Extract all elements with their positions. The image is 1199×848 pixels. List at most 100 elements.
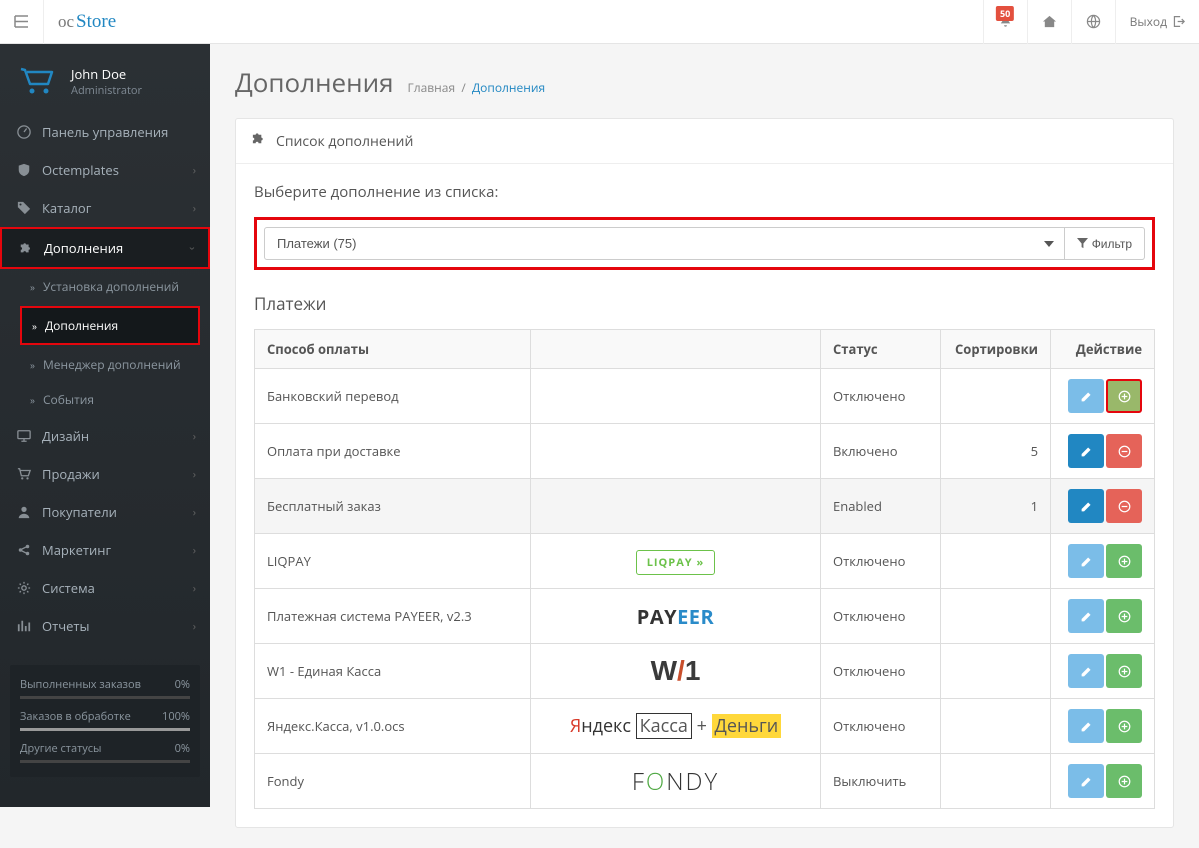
shield-icon [14, 163, 34, 177]
edit-button[interactable] [1068, 379, 1104, 413]
install-button[interactable] [1106, 379, 1142, 413]
cell-logo: PAYEER [531, 589, 821, 644]
uninstall-button[interactable] [1106, 434, 1142, 468]
table-row: Платежная система PAYEER, v2.3 PAYEER От… [255, 589, 1155, 644]
cell-logo [531, 479, 821, 534]
cell-sort [941, 754, 1051, 809]
edit-button[interactable] [1068, 599, 1104, 633]
chevron-right-icon: › [193, 543, 196, 558]
edit-button[interactable] [1068, 709, 1104, 743]
sidebar-item-cart[interactable]: Продажи › [0, 455, 210, 493]
chevron-right-icon: › [193, 467, 196, 482]
menu-icon [14, 15, 29, 28]
sidebar-item-label: Панель управления [42, 123, 168, 141]
cell-action [1051, 754, 1155, 809]
edit-button[interactable] [1068, 544, 1104, 578]
chart-icon [14, 619, 34, 633]
sidebar-sub-item[interactable]: »Дополнения [22, 308, 198, 343]
cell-name: Яндекс.Касса, v1.0.ocs [255, 699, 531, 754]
minus-circle-icon [1118, 445, 1131, 458]
install-button[interactable] [1106, 599, 1142, 633]
cell-status: Отключено [821, 589, 941, 644]
sidebar-sub-item[interactable]: »Менеджер дополнений [0, 347, 210, 382]
sidebar-item-label: Маркетинг [42, 541, 111, 559]
table-row: Банковский перевод Отключено [255, 369, 1155, 424]
sidebar-item-user[interactable]: Покупатели › [0, 493, 210, 531]
edit-button[interactable] [1068, 489, 1104, 523]
top-header: ocStore 50 Выход [0, 0, 1199, 44]
chevron-right-icon: › [193, 581, 196, 596]
cell-logo: Яндекс Касса + Деньги [531, 699, 821, 754]
monitor-icon [14, 429, 34, 443]
double-chevron-icon: » [30, 393, 35, 407]
sidebar-item-chart[interactable]: Отчеты › [0, 607, 210, 645]
notifications-button[interactable]: 50 [983, 0, 1027, 44]
table-row: Fondy FONDY Выключить [255, 754, 1155, 809]
chevron-right-icon: › [193, 429, 196, 444]
table-row: Яндекс.Касса, v1.0.ocs Яндекс Касса + Де… [255, 699, 1155, 754]
cell-name: Оплата при доставке [255, 424, 531, 479]
install-button[interactable] [1106, 544, 1142, 578]
sidebar-item-shield[interactable]: Octemplates › [0, 151, 210, 189]
extension-type-select[interactable]: Платежи (75) [264, 227, 1065, 260]
avatar[interactable] [15, 59, 59, 103]
chevron-right-icon: › [193, 201, 196, 216]
sidebar-item-cog[interactable]: Система › [0, 569, 210, 607]
chevron-right-icon: › [193, 505, 196, 520]
sidebar-toggle-button[interactable] [0, 0, 44, 44]
stat-bar [20, 696, 190, 699]
w1-logo: W/1 [651, 655, 701, 686]
page-header: Дополнения Главная / Дополнения [235, 64, 1174, 100]
install-button[interactable] [1106, 764, 1142, 798]
plus-circle-icon [1118, 720, 1131, 733]
install-button[interactable] [1106, 654, 1142, 688]
th-status: Статус [821, 330, 941, 369]
notification-badge: 50 [996, 6, 1014, 21]
home-icon [1042, 14, 1057, 29]
share-icon [14, 543, 34, 557]
breadcrumb-home[interactable]: Главная [408, 79, 456, 96]
cell-action [1051, 699, 1155, 754]
cell-name: W1 - Единая Касса [255, 644, 531, 699]
filter-button[interactable]: Фильтр [1065, 227, 1145, 260]
sidebar-item-label: Отчеты [42, 617, 90, 635]
cell-name: Банковский перевод [255, 369, 531, 424]
chevron-right-icon: › [193, 163, 196, 178]
pencil-icon [1080, 775, 1093, 788]
sidebar-item-share[interactable]: Маркетинг › [0, 531, 210, 569]
sidebar-item-puzzle[interactable]: Дополнения › [0, 227, 210, 269]
plus-circle-icon [1118, 665, 1131, 678]
globe-button[interactable] [1071, 0, 1115, 44]
install-button[interactable] [1106, 709, 1142, 743]
profile-name: John Doe [71, 65, 142, 83]
sidebar-sub-item[interactable]: »Установка дополнений [0, 269, 210, 304]
edit-button[interactable] [1068, 654, 1104, 688]
cell-logo [531, 424, 821, 479]
pencil-icon [1080, 445, 1093, 458]
edit-button[interactable] [1068, 764, 1104, 798]
double-chevron-icon: » [30, 358, 35, 372]
extensions-panel: Список дополнений Выберите дополнение из… [235, 118, 1174, 828]
home-button[interactable] [1027, 0, 1071, 44]
logout-button[interactable]: Выход [1115, 0, 1199, 44]
logout-icon [1172, 15, 1185, 28]
cell-name: Fondy [255, 754, 531, 809]
th-sort: Сортировки [941, 330, 1051, 369]
sidebar-item-dashboard[interactable]: Панель управления [0, 113, 210, 151]
cell-sort: 1 [941, 479, 1051, 534]
cell-logo: W/1 [531, 644, 821, 699]
content-area: Дополнения Главная / Дополнения Список д… [210, 44, 1199, 848]
filter-icon [1077, 238, 1088, 249]
breadcrumb-current[interactable]: Дополнения [472, 79, 545, 96]
sidebar-sub-item[interactable]: »События [0, 382, 210, 417]
table-row: Оплата при доставке Включено 5 [255, 424, 1155, 479]
page-title: Дополнения [235, 64, 394, 100]
breadcrumb: Главная / Дополнения [408, 79, 546, 96]
sidebar-item-tag[interactable]: Каталог › [0, 189, 210, 227]
edit-button[interactable] [1068, 434, 1104, 468]
cell-status: Выключить [821, 754, 941, 809]
sidebar-item-monitor[interactable]: Дизайн › [0, 417, 210, 455]
uninstall-button[interactable] [1106, 489, 1142, 523]
logo[interactable]: ocStore [44, 11, 130, 33]
cell-name: Бесплатный заказ [255, 479, 531, 534]
